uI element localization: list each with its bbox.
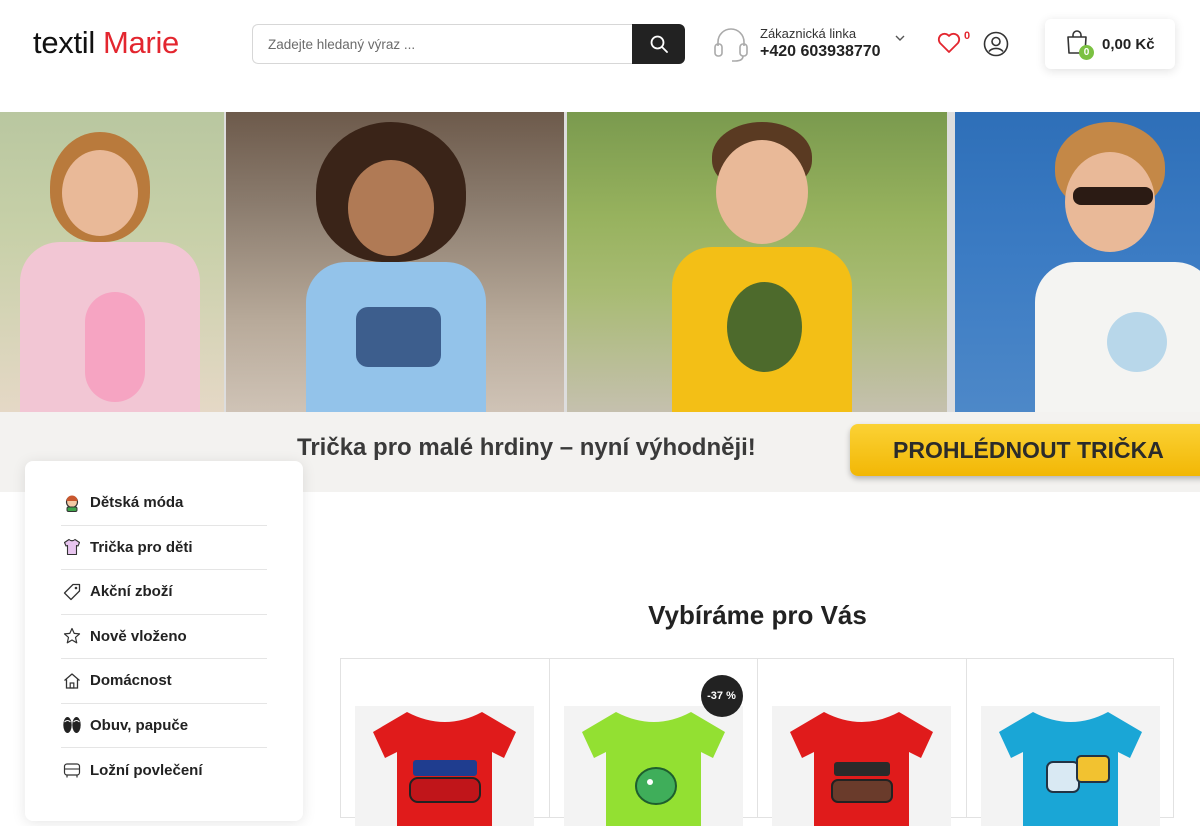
recommendations-title: Vybíráme pro Vás — [648, 600, 867, 630]
hero-photo-boy-white-shirt — [955, 112, 1200, 412]
bed-icon — [61, 759, 83, 781]
tag-icon — [61, 581, 83, 603]
logo-text-marie: Marie — [102, 25, 179, 60]
product-list: -37 % — [340, 658, 1174, 826]
sidebar-item-label: Obuv, papuče — [90, 716, 189, 734]
logo-text-textil: textil — [33, 25, 95, 60]
customer-support[interactable]: Zákaznická linka +420 603938770 — [712, 24, 912, 66]
sidebar-item-tricka-pro-deti[interactable]: Trička pro děti — [61, 526, 267, 570]
discount-badge: -37 % — [700, 675, 743, 717]
headset-icon — [714, 28, 748, 62]
sidebar-item-label: Akční zboží — [90, 583, 173, 601]
product-card[interactable]: -37 % — [548, 658, 757, 826]
sidebar-item-label: Ložní povlečení — [90, 761, 203, 779]
sidebar-item-label: Dětská móda — [90, 494, 184, 512]
sidebar-item-label: Nově vloženo — [90, 627, 187, 645]
star-icon — [61, 625, 83, 647]
sidebar-item-lozni-povleceni[interactable]: Ložní povlečení — [61, 748, 267, 793]
product-card[interactable] — [340, 658, 549, 826]
hero-tagline: Trička pro malé hrdiny – nyní výhodněji! — [297, 434, 756, 461]
cart-button[interactable]: 0 0,00 Kč — [1045, 19, 1175, 69]
search-bar — [252, 24, 685, 64]
home-icon — [61, 670, 83, 692]
sidebar-item-label: Trička pro děti — [90, 538, 193, 556]
heart-icon — [937, 32, 961, 53]
wishlist-button[interactable]: 0 — [936, 30, 972, 60]
hero-photo-girl-pink-shirt — [0, 112, 224, 412]
hero-banner[interactable]: Trička pro malé hrdiny – nyní výhodněji!… — [0, 112, 1200, 492]
account-button[interactable] — [983, 31, 1009, 57]
wishlist-count: 0 — [964, 30, 971, 42]
search-input[interactable] — [252, 24, 634, 64]
hero-cta-label: PROHLÉDNOUT TRIČKA — [893, 436, 1164, 463]
cart-count-badge: 0 — [1079, 45, 1094, 60]
child-icon — [61, 492, 83, 514]
product-image-blue-tshirt-truck — [980, 706, 1160, 826]
sidebar-item-detska-moda[interactable]: Dětská móda — [61, 481, 267, 526]
product-image-red-tshirt-race — [355, 706, 534, 826]
sidebar-item-obuv-papuce[interactable]: Obuv, papuče — [61, 704, 267, 748]
sidebar-item-akcni-zbozi[interactable]: Akční zboží — [61, 570, 267, 615]
flip-flops-icon — [61, 714, 83, 736]
sidebar-item-domacnost[interactable]: Domácnost — [61, 659, 267, 704]
product-image-green-tshirt-dinosaur — [563, 706, 743, 826]
cart-total: 0,00 Kč — [1102, 36, 1155, 53]
support-phone: +420 603938770 — [760, 43, 881, 60]
sidebar-item-label: Domácnost — [90, 672, 172, 690]
search-icon — [650, 35, 668, 53]
sidebar-item-nove-vlozeno[interactable]: Nově vloženo — [61, 615, 267, 659]
tshirt-icon — [61, 536, 83, 558]
search-button[interactable] — [632, 24, 685, 64]
user-icon — [983, 31, 1009, 57]
product-card[interactable] — [965, 658, 1174, 826]
chevron-down-icon — [895, 35, 905, 41]
hero-photo-kid-blue-shirt — [226, 112, 564, 412]
hero-photo-boy-yellow-shirt — [567, 112, 947, 412]
site-header: textilMarie Zákaznická linka +420 603938… — [0, 0, 1200, 112]
product-image-red-tshirt-monster-truck — [772, 706, 951, 826]
hero-cta-button[interactable]: PROHLÉDNOUT TRIČKA — [850, 424, 1200, 476]
logo[interactable]: textil Marie — [33, 25, 179, 61]
product-card[interactable] — [757, 658, 966, 826]
support-label: Zákaznická linka — [760, 26, 857, 41]
category-sidebar: Dětská móda Trička pro děti Akční zboží … — [25, 461, 303, 821]
